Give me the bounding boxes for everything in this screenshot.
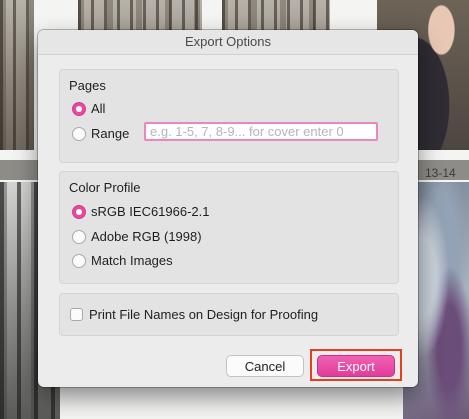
color-profile-title: Color Profile [69,180,141,195]
pages-range-option[interactable]: Range [72,126,129,141]
pages-group: Pages All Range [59,69,399,163]
color-adobe-rgb-label: Adobe RGB (1998) [91,229,202,244]
cancel-button[interactable]: Cancel [226,355,304,377]
photo-forest-1[interactable] [0,0,34,150]
dialog-title: Export Options [38,30,418,55]
color-profile-group: Color Profile sRGB IEC61966-2.1 Adobe RG… [59,171,399,284]
page-label: 13-14 [425,166,456,180]
export-options-dialog: Export Options Pages All Range Color Pro… [38,30,418,387]
checkbox-icon[interactable] [70,308,83,321]
print-file-names-option[interactable]: Print File Names on Design for Proofing [70,307,318,322]
radio-on-icon[interactable] [72,101,86,116]
print-file-names-label: Print File Names on Design for Proofing [89,307,319,322]
pages-range-label: Range [91,126,130,141]
color-match-images-label: Match Images [91,253,173,268]
export-button[interactable]: Export [317,355,395,377]
radio-off-icon[interactable] [72,253,86,268]
color-srgb-option[interactable]: sRGB IEC61966-2.1 [72,204,210,219]
color-srgb-label: sRGB IEC61966-2.1 [91,204,210,219]
radio-off-icon[interactable] [72,229,86,244]
print-file-names-group: Print File Names on Design for Proofing [59,293,399,336]
color-match-images-option[interactable]: Match Images [72,253,173,268]
radio-on-icon[interactable] [72,204,86,219]
range-input[interactable] [144,122,378,141]
radio-off-icon[interactable] [72,126,86,141]
pages-group-title: Pages [69,78,106,93]
pages-all-label: All [91,101,106,116]
color-adobe-rgb-option[interactable]: Adobe RGB (1998) [72,229,202,244]
pages-all-option[interactable]: All [72,101,105,116]
